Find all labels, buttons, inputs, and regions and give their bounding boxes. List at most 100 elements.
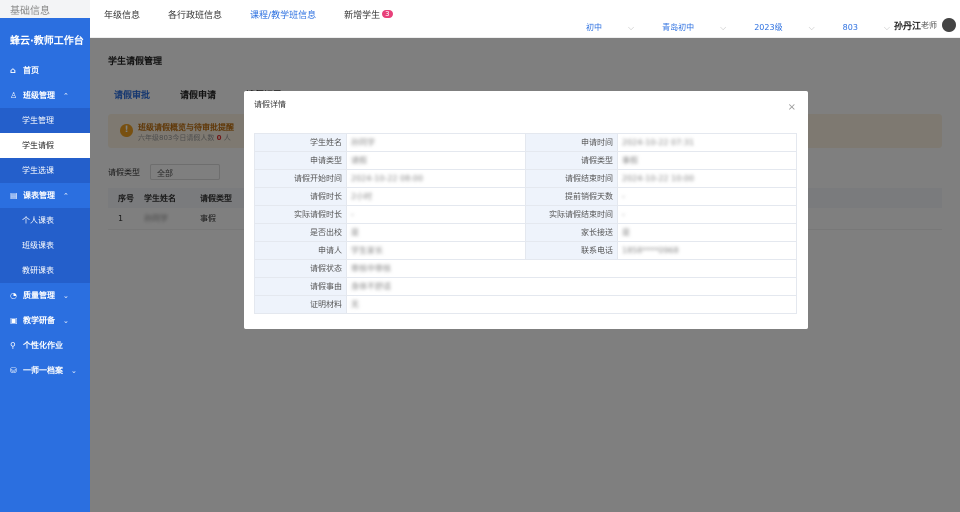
detail-row: 申请类型 请假 请假类型 事假 xyxy=(254,151,797,170)
filter-select[interactable]: 803 ⌵ xyxy=(843,23,890,33)
field-label: 联系电话 xyxy=(525,241,618,260)
sidebar-brand: 蜂云·教师工作台 xyxy=(10,36,84,47)
sidebar-subitem[interactable]: 学生请假 xyxy=(0,133,90,158)
field-value-text: 是 xyxy=(622,228,630,237)
field-label: 请假结束时间 xyxy=(525,169,618,188)
chevron-down-icon: ⌄ xyxy=(63,316,69,325)
detail-row: 请假状态 审核中审核 xyxy=(254,259,797,278)
avatar[interactable] xyxy=(942,18,956,32)
field-label: 请假开始时间 xyxy=(254,169,347,188)
top-tab[interactable]: 新增学生 3 xyxy=(344,8,393,21)
archive-icon: ⛁ xyxy=(10,366,17,375)
user-menu[interactable]: 孙丹江 老师 xyxy=(894,18,956,32)
user-name: 孙丹江 xyxy=(893,21,921,32)
sidebar-item-label: 教学研备 xyxy=(23,316,55,325)
detail-row: 实际请假时长 - 实际请假结束时间 - xyxy=(254,205,797,224)
modal-title: 请假详情 xyxy=(254,100,286,109)
field-value: 是 xyxy=(617,223,797,242)
field-value-text: - xyxy=(622,210,625,219)
filter-value: 初中 xyxy=(586,23,603,32)
detail-row: 请假事由 身体不舒适 xyxy=(254,277,797,296)
field-label: 申请人 xyxy=(254,241,347,260)
field-value-text: 2小时 xyxy=(351,192,373,201)
corner-label: 基础信息 xyxy=(0,0,90,18)
sidebar-item[interactable]: ⚲ 个性化作业 xyxy=(0,333,90,358)
field-value: 审核中审核 xyxy=(346,259,797,278)
filter-select[interactable]: 2023级 ⌵ xyxy=(754,22,814,33)
field-label: 请假状态 xyxy=(254,259,347,278)
chevron-down-icon: ⌵ xyxy=(883,22,890,32)
field-label: 证明材料 xyxy=(254,295,347,314)
field-label: 学生姓名 xyxy=(254,133,347,152)
field-value: 是 xyxy=(346,223,526,242)
sidebar-item[interactable]: ▤ 课表管理 ⌃ xyxy=(0,183,90,208)
field-label: 请假时长 xyxy=(254,187,347,206)
top-tab[interactable]: 各行政班信息 xyxy=(168,8,222,21)
field-value: 无 xyxy=(346,295,797,314)
field-value: 1858****0968 xyxy=(617,241,797,260)
sidebar-subitem[interactable]: 学生管理 xyxy=(0,108,90,133)
top-tab[interactable]: 年级信息 xyxy=(104,8,140,21)
filter-select[interactable]: 初中 ⌵ xyxy=(586,22,634,33)
top-tab[interactable]: 课程/教学班信息 xyxy=(250,8,316,21)
detail-row: 请假时长 2小时 提前销假天数 - xyxy=(254,187,797,206)
top-tab-label: 新增学生 xyxy=(344,11,381,21)
field-value-text: 2024-10-22 07:31 xyxy=(622,138,695,147)
sidebar-subitem[interactable]: 个人课表 xyxy=(0,208,90,233)
sidebar: 蜂云·教师工作台 ⌂ 首页 ♙ 班级管理 ⌃ 学生管理 学生请假 学生选课 ▤ 课表管理 ⌃ 个人课表… xyxy=(0,18,90,512)
field-value-text: 2024-10-22 08:00 xyxy=(351,174,424,183)
sidebar-item-label: 班级管理 xyxy=(23,91,55,100)
chevron-up-icon: ⌃ xyxy=(63,191,69,200)
sidebar-item[interactable]: ♙ 班级管理 ⌃ xyxy=(0,83,90,108)
field-label: 申请时间 xyxy=(525,133,618,152)
class-icon: ♙ xyxy=(10,91,18,100)
topbar: 年级信息 各行政班信息 课程/教学班信息 新增学生 3 初中 ⌵ 青岛初中 ⌵ 2023级 ⌵ 80… xyxy=(90,0,960,38)
sidebar-item-label: 首页 xyxy=(23,66,39,75)
field-value-text: 请假 xyxy=(351,156,367,165)
sidebar-item[interactable]: ⛁ 一师一档案 ⌄ xyxy=(0,358,90,383)
field-label: 申请类型 xyxy=(254,151,347,170)
sidebar-item[interactable]: ▣ 教学研备 ⌄ xyxy=(0,308,90,333)
quality-icon: ◔ xyxy=(10,291,17,300)
field-value-text: 孙同学 xyxy=(351,138,375,147)
sidebar-item[interactable]: ◔ 质量管理 ⌄ xyxy=(0,283,90,308)
chevron-down-icon: ⌄ xyxy=(63,291,69,300)
field-label: 是否出校 xyxy=(254,223,347,242)
home-icon: ⌂ xyxy=(10,66,16,75)
close-icon[interactable]: × xyxy=(788,102,796,113)
sidebar-subitem[interactable]: 教研课表 xyxy=(0,258,90,283)
field-label: 请假类型 xyxy=(525,151,618,170)
filter-value: 2023级 xyxy=(754,23,783,32)
sidebar-item-label: 质量管理 xyxy=(23,291,55,300)
detail-table: 学生姓名 孙同学 申请时间 2024-10-22 07:31 申请类型 请假 请假类型 事假请… xyxy=(254,133,797,314)
filter-value: 803 xyxy=(842,23,858,32)
top-tab-label: 课程/教学班信息 xyxy=(250,11,317,21)
field-value-text: 事假 xyxy=(622,156,638,165)
filter-bar: 初中 ⌵ 青岛初中 ⌵ 2023级 ⌵ 803 ⌵ xyxy=(558,22,890,33)
field-value: - xyxy=(346,205,526,224)
field-value-text: 审核中审核 xyxy=(351,264,391,273)
field-label: 实际请假结束时间 xyxy=(525,205,618,224)
chevron-up-icon: ⌃ xyxy=(63,91,69,100)
research-icon: ▣ xyxy=(10,316,18,325)
detail-row: 学生姓名 孙同学 申请时间 2024-10-22 07:31 xyxy=(254,133,797,152)
field-value-text: 身体不舒适 xyxy=(351,282,391,291)
chevron-down-icon: ⌄ xyxy=(71,366,77,375)
sidebar-subitem[interactable]: 班级课表 xyxy=(0,233,90,258)
field-label: 提前销假天数 xyxy=(525,187,618,206)
calendar-icon: ▤ xyxy=(10,191,18,200)
sidebar-item[interactable]: ⌂ 首页 xyxy=(0,58,90,83)
field-value: 2024-10-22 10:00 xyxy=(617,169,797,188)
filter-select[interactable]: 青岛初中 ⌵ xyxy=(662,22,726,33)
top-tab-label: 年级信息 xyxy=(104,11,141,21)
sidebar-item-label: 课表管理 xyxy=(23,191,55,200)
sidebar-item-label: 个性化作业 xyxy=(23,341,63,350)
top-tab-label: 各行政班信息 xyxy=(168,11,223,21)
detail-row: 是否出校是家长接送是 xyxy=(254,223,797,242)
filter-value: 青岛初中 xyxy=(662,23,695,32)
homework-icon: ⚲ xyxy=(10,341,16,350)
field-value: 2024-10-22 07:31 xyxy=(617,133,797,152)
field-value: 孙同学 xyxy=(346,133,526,152)
field-label: 家长接送 xyxy=(525,223,618,242)
sidebar-subitem[interactable]: 学生选课 xyxy=(0,158,90,183)
